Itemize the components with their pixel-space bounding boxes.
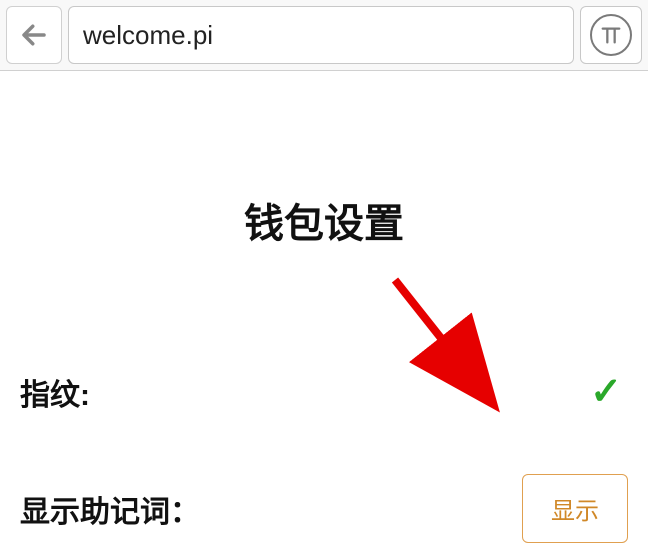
page-title: 钱包设置 xyxy=(20,191,628,249)
show-mnemonic-button[interactable]: 显示 xyxy=(522,474,628,543)
fingerprint-label: 指纹: xyxy=(20,370,90,414)
check-icon: ✓ xyxy=(590,369,628,414)
pi-menu-button[interactable] xyxy=(580,6,642,64)
mnemonic-row: 显示助记词： 显示 xyxy=(20,474,628,543)
fingerprint-row: 指纹: ✓ xyxy=(20,369,628,414)
pi-icon xyxy=(590,14,632,56)
content-area: 钱包设置 指纹: ✓ 显示助记词： 显示 xyxy=(0,191,648,543)
back-button[interactable] xyxy=(6,6,62,64)
top-nav-bar xyxy=(0,0,648,71)
mnemonic-label: 显示助记词： xyxy=(20,487,200,531)
back-arrow-icon xyxy=(19,20,49,50)
url-input[interactable] xyxy=(68,6,574,64)
